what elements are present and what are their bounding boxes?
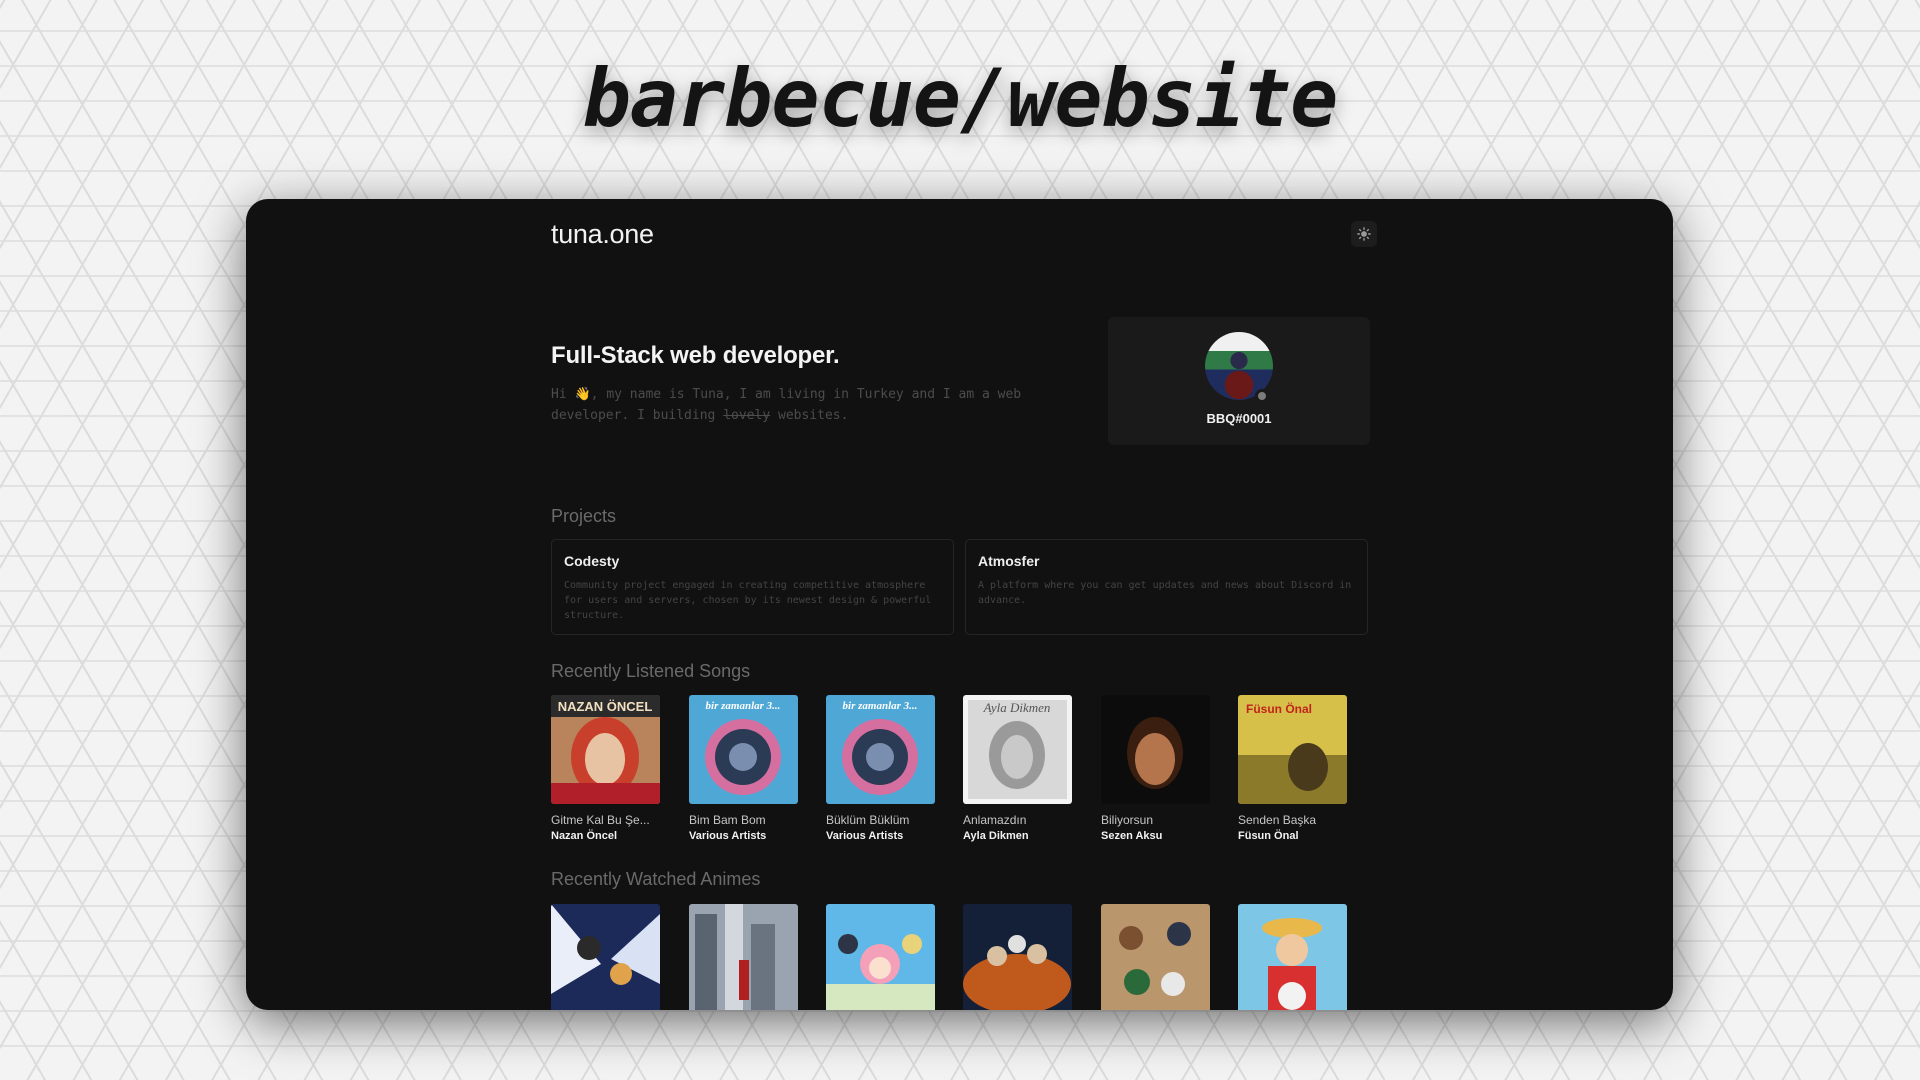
wave-emoji: 👋 — [574, 387, 591, 402]
animes-list — [551, 904, 1371, 1010]
cover-text: Füsun Önal — [1246, 701, 1312, 716]
song-title: Büklüm Büklüm — [826, 813, 910, 827]
project-description: Community project engaged in creating co… — [564, 580, 932, 621]
anime-tile[interactable] — [551, 904, 660, 1010]
hero-title: Full-Stack web developer. — [551, 342, 840, 369]
intro-end: websites. — [778, 408, 849, 423]
song-tile[interactable]: Füsun Önal Senden Başka Füsun Önal — [1238, 695, 1347, 842]
anime-tile[interactable] — [1238, 904, 1347, 1010]
cover-text: bir zamanlar 3... — [706, 700, 781, 712]
song-title: Biliyorsun — [1101, 813, 1154, 827]
anime-tile[interactable] — [963, 904, 1072, 1010]
project-description: A platform where you can get updates and… — [978, 580, 1352, 606]
song-title: Senden Başka — [1238, 813, 1317, 827]
song-artist: Various Artists — [689, 830, 767, 842]
hero-intro: Hi 👋, my name is Tuna, I am living in Tu… — [551, 384, 1071, 426]
song-tile[interactable]: NAZAN ÖNCEL Gitme Kal Bu Şe... Nazan Önc… — [551, 695, 660, 842]
banner-title: barbecue/website — [582, 52, 1339, 145]
songs-list: NAZAN ÖNCEL Gitme Kal Bu Şe... Nazan Önc… — [551, 695, 1371, 855]
intro-hi: Hi — [551, 387, 567, 402]
anime-cover — [826, 904, 935, 1010]
album-cover — [1101, 695, 1210, 804]
discord-username: BBQ#0001 — [1206, 411, 1272, 426]
anime-tile[interactable] — [1101, 904, 1210, 1010]
anime-cover — [963, 904, 1072, 1010]
project-name: Codesty — [564, 553, 620, 569]
browser-window: tuna.one Full-Stack web developer. Hi 👋,… — [246, 199, 1673, 1010]
song-artist: Ayla Dikmen — [963, 830, 1029, 842]
cover-text: Ayla Dikmen — [983, 700, 1051, 715]
song-tile[interactable]: bir zamanlar 3... Büklüm Büklüm Various … — [826, 695, 935, 842]
sun-icon — [1357, 227, 1371, 241]
anime-cover — [1238, 904, 1347, 1010]
cover-text: NAZAN ÖNCEL — [558, 699, 653, 714]
theme-toggle-button[interactable] — [1351, 221, 1377, 247]
projects-heading: Projects — [551, 506, 617, 526]
project-name: Atmosfer — [978, 553, 1040, 569]
discord-profile-card[interactable]: BBQ#0001 — [1108, 317, 1370, 445]
songs-heading: Recently Listened Songs — [551, 661, 751, 681]
song-tile[interactable]: Biliyorsun Sezen Aksu — [1101, 695, 1210, 842]
song-artist: Various Artists — [826, 830, 904, 842]
album-cover: Ayla Dikmen — [963, 695, 1072, 804]
status-indicator — [1255, 389, 1269, 403]
anime-cover — [1101, 904, 1210, 1010]
site-logo[interactable]: tuna.one — [551, 219, 654, 250]
song-title: Anlamazdın — [963, 813, 1027, 827]
page-container: tuna.one Full-Stack web developer. Hi 👋,… — [551, 199, 1377, 1010]
song-tile[interactable]: Ayla Dikmen Anlamazdın Ayla Dikmen — [963, 695, 1072, 842]
album-cover: bir zamanlar 3... — [689, 695, 798, 804]
song-artist: Nazan Öncel — [551, 830, 618, 842]
animes-heading: Recently Watched Animes — [551, 869, 761, 889]
album-cover: NAZAN ÖNCEL — [551, 695, 660, 804]
anime-tile[interactable] — [826, 904, 935, 1010]
album-cover: bir zamanlar 3... — [826, 695, 935, 804]
song-title: Gitme Kal Bu Şe... — [551, 813, 650, 827]
song-title: Bim Bam Bom — [689, 813, 766, 827]
project-card-codesty[interactable]: Codesty Community project engaged in cre… — [551, 539, 954, 635]
project-card-atmosfer[interactable]: Atmosfer A platform where you can get up… — [965, 539, 1368, 635]
anime-cover — [551, 904, 660, 1010]
song-tile[interactable]: bir zamanlar 3... Bim Bam Bom Various Ar… — [689, 695, 798, 842]
song-artist: Sezen Aksu — [1101, 830, 1163, 842]
anime-tile[interactable] — [689, 904, 798, 1010]
song-artist: Füsun Önal — [1238, 830, 1299, 842]
anime-cover — [689, 904, 798, 1010]
album-cover: Füsun Önal — [1238, 695, 1347, 804]
hero-section: Full-Stack web developer. Hi 👋, my name … — [551, 342, 1071, 426]
intro-strike: lovely — [723, 408, 771, 423]
cover-text: bir zamanlar 3... — [843, 700, 918, 712]
